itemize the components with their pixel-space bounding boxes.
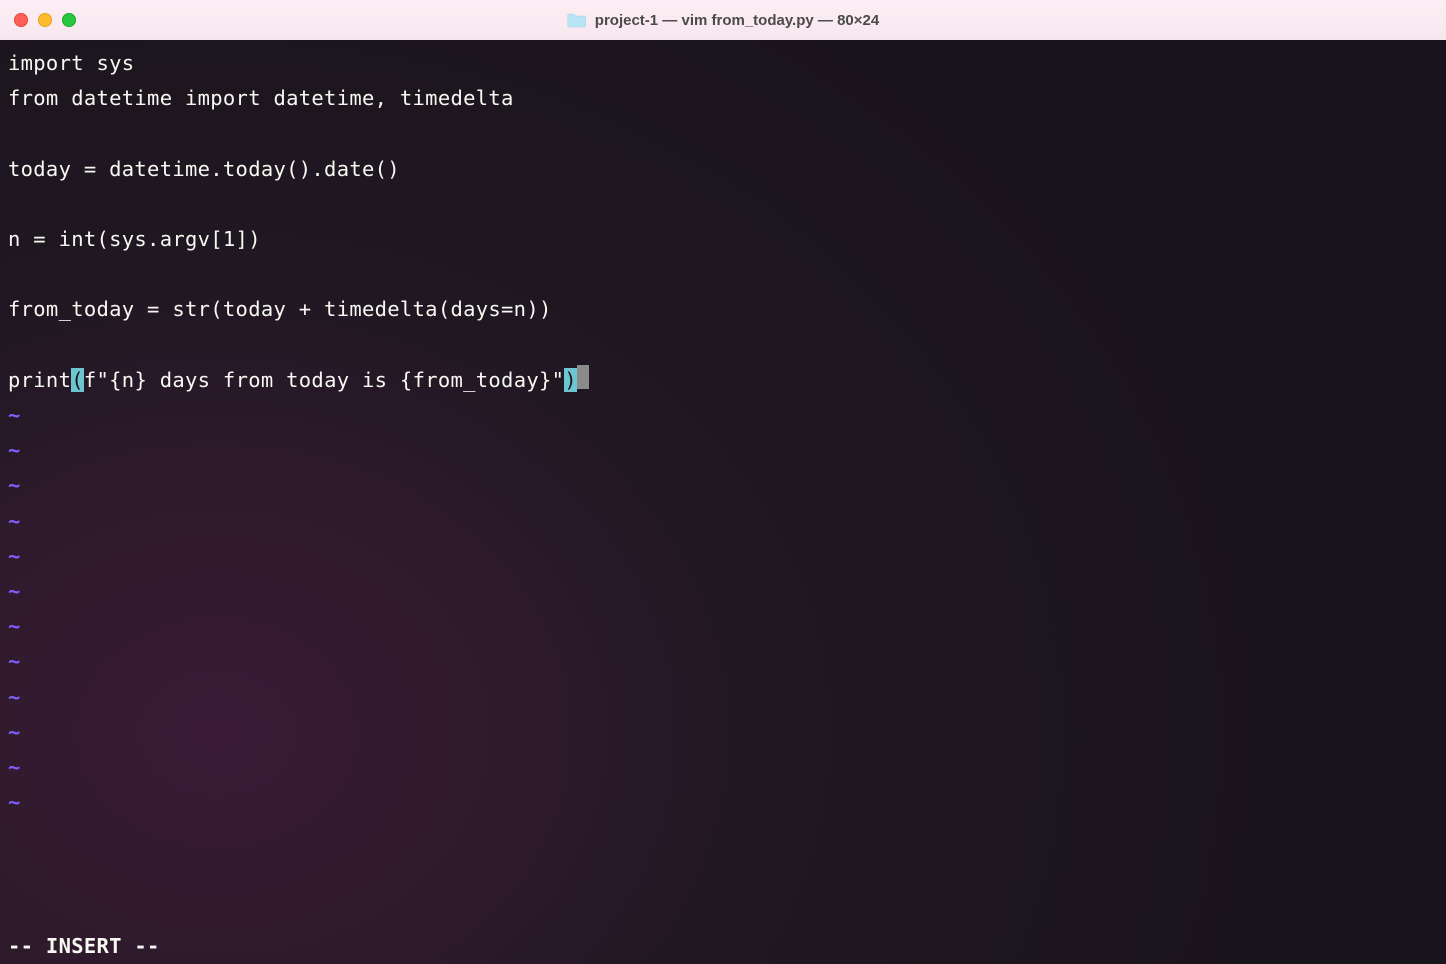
code-line[interactable]: print(f"{n} days from today is {from_tod… — [8, 363, 1438, 398]
matched-paren-close: ) — [564, 368, 577, 392]
code-line[interactable]: n = int(sys.argv[1]) — [8, 222, 1438, 257]
maximize-button[interactable] — [62, 13, 76, 27]
code-line[interactable]: from_today = str(today + timedelta(days=… — [8, 292, 1438, 327]
window-title-group: project-1 — vim from_today.py — 80×24 — [567, 12, 879, 29]
code-line[interactable] — [8, 187, 1438, 222]
code-line[interactable] — [8, 116, 1438, 151]
vim-empty-line-tilde: ~ — [8, 785, 1438, 820]
vim-status-line: -- INSERT -- — [8, 929, 160, 964]
vim-empty-line-tilde: ~ — [8, 468, 1438, 503]
close-button[interactable] — [14, 13, 28, 27]
vim-empty-line-tilde: ~ — [8, 715, 1438, 750]
code-line[interactable]: today = datetime.today().date() — [8, 152, 1438, 187]
vim-empty-line-tilde: ~ — [8, 609, 1438, 644]
terminal-editor[interactable]: import sysfrom datetime import datetime,… — [0, 40, 1446, 964]
window-titlebar: project-1 — vim from_today.py — 80×24 — [0, 0, 1446, 40]
vim-empty-line-tilde: ~ — [8, 398, 1438, 433]
code-text: f"{n} days from today is {from_today}" — [84, 368, 564, 392]
folder-icon — [567, 12, 587, 28]
code-area[interactable]: import sysfrom datetime import datetime,… — [8, 46, 1438, 820]
code-line[interactable] — [8, 257, 1438, 292]
code-line[interactable]: from datetime import datetime, timedelta — [8, 81, 1438, 116]
vim-empty-line-tilde: ~ — [8, 433, 1438, 468]
minimize-button[interactable] — [38, 13, 52, 27]
window-title: project-1 — vim from_today.py — 80×24 — [595, 12, 879, 29]
vim-empty-line-tilde: ~ — [8, 680, 1438, 715]
vim-empty-line-tilde: ~ — [8, 574, 1438, 609]
code-line[interactable] — [8, 328, 1438, 363]
code-text: print — [8, 368, 71, 392]
vim-empty-line-tilde: ~ — [8, 644, 1438, 679]
matched-paren-open: ( — [71, 368, 84, 392]
vim-empty-line-tilde: ~ — [8, 504, 1438, 539]
text-cursor — [577, 365, 589, 389]
code-line[interactable]: import sys — [8, 46, 1438, 81]
vim-empty-line-tilde: ~ — [8, 539, 1438, 574]
vim-empty-line-tilde: ~ — [8, 750, 1438, 785]
traffic-lights — [14, 13, 76, 27]
